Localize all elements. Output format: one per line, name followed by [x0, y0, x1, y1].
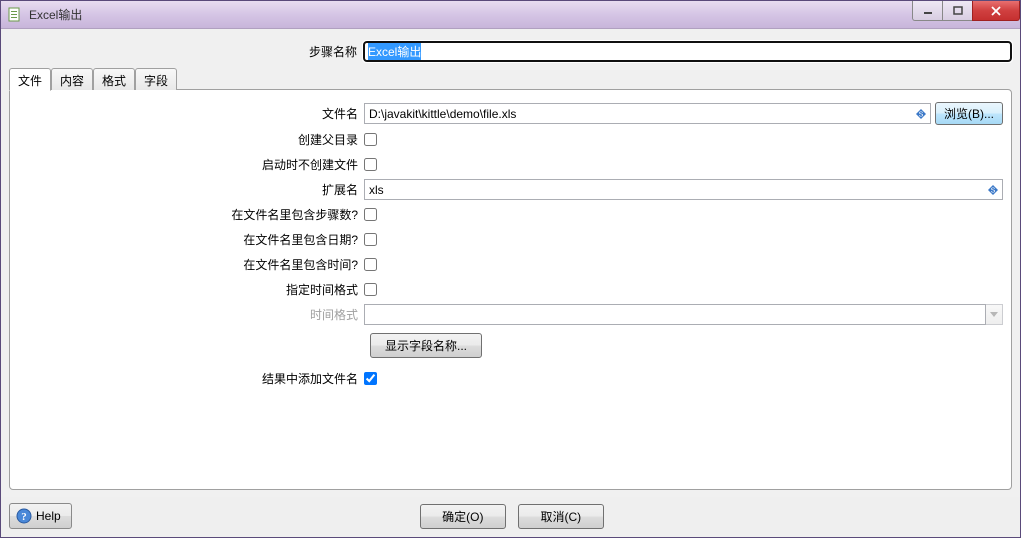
time-format-input	[364, 304, 986, 325]
cancel-button[interactable]: 取消(C)	[518, 504, 604, 529]
window-title: Excel输出	[29, 6, 82, 23]
filename-label: 文件名	[18, 105, 364, 122]
add-filename-to-result-label: 结果中添加文件名	[18, 370, 364, 387]
content-area: 步骤名称 文件 内容 格式 字段 文件名 S	[1, 29, 1020, 497]
date-in-filename-label: 在文件名里包含日期?	[18, 231, 364, 248]
time-format-label: 时间格式	[18, 306, 364, 323]
help-button[interactable]: ? Help	[9, 503, 72, 529]
minimize-button[interactable]	[912, 1, 943, 21]
titlebar[interactable]: Excel输出	[1, 1, 1020, 29]
step-name-input[interactable]	[363, 41, 1012, 62]
help-button-label: Help	[36, 509, 61, 523]
create-parent-dir-checkbox[interactable]	[364, 133, 377, 146]
specify-time-format-checkbox[interactable]	[364, 283, 377, 296]
step-name-row: 步骤名称	[9, 37, 1012, 68]
dont-create-on-start-label: 启动时不创建文件	[18, 156, 364, 173]
time-format-combo	[364, 304, 1003, 325]
time-format-row: 时间格式	[18, 304, 1003, 325]
ok-button[interactable]: 确定(O)	[420, 504, 506, 529]
add-filename-to-result-checkbox[interactable]	[364, 372, 377, 385]
time-in-filename-checkbox[interactable]	[364, 258, 377, 271]
specify-time-format-row: 指定时间格式	[18, 279, 1003, 300]
extension-field-wrap: S	[364, 179, 1003, 200]
extension-row: 扩展名 S	[18, 179, 1003, 200]
create-parent-dir-row: 创建父目录	[18, 129, 1003, 150]
dont-create-on-start-row: 启动时不创建文件	[18, 154, 1003, 175]
time-format-dropdown-button	[986, 304, 1003, 325]
time-in-filename-row: 在文件名里包含时间?	[18, 254, 1003, 275]
tab-fields[interactable]: 字段	[135, 68, 177, 90]
help-icon: ?	[16, 508, 32, 524]
window-controls	[913, 1, 1020, 21]
stepnum-in-filename-row: 在文件名里包含步骤数?	[18, 204, 1003, 225]
bottom-bar: ? Help 确定(O) 取消(C)	[1, 497, 1020, 537]
show-field-names-button[interactable]: 显示字段名称...	[370, 333, 482, 358]
maximize-button[interactable]	[942, 1, 973, 21]
tab-content[interactable]: 内容	[51, 68, 93, 90]
svg-text:?: ?	[21, 511, 27, 523]
tab-strip: 文件 内容 格式 字段	[9, 68, 1012, 90]
create-parent-dir-label: 创建父目录	[18, 131, 364, 148]
filename-input[interactable]	[364, 103, 931, 124]
tab-container: 文件 内容 格式 字段 文件名 S 浏览(B)...	[9, 68, 1012, 491]
tab-file[interactable]: 文件	[9, 68, 51, 91]
app-icon	[7, 7, 23, 23]
filename-row: 文件名 S 浏览(B)...	[18, 102, 1003, 125]
specify-time-format-label: 指定时间格式	[18, 281, 364, 298]
stepnum-in-filename-label: 在文件名里包含步骤数?	[18, 206, 364, 223]
add-filename-to-result-row: 结果中添加文件名	[18, 368, 1003, 389]
dont-create-on-start-checkbox[interactable]	[364, 158, 377, 171]
date-in-filename-row: 在文件名里包含日期?	[18, 229, 1003, 250]
date-in-filename-checkbox[interactable]	[364, 233, 377, 246]
extension-input[interactable]	[364, 179, 1003, 200]
browse-button[interactable]: 浏览(B)...	[935, 102, 1003, 125]
bottom-center-buttons: 确定(O) 取消(C)	[72, 504, 952, 529]
dialog-window: Excel输出 步骤名称 文件 内容 格式 字段	[0, 0, 1021, 538]
time-in-filename-label: 在文件名里包含时间?	[18, 256, 364, 273]
extension-label: 扩展名	[18, 181, 364, 198]
tab-panel-file: 文件名 S 浏览(B)... 创建父目录 启动时不创建文件	[9, 89, 1012, 490]
filename-field-wrap: S	[364, 103, 931, 124]
step-name-label: 步骤名称	[9, 43, 363, 60]
tab-format[interactable]: 格式	[93, 68, 135, 90]
show-fields-row: 显示字段名称...	[18, 333, 1003, 358]
close-button[interactable]	[972, 1, 1020, 21]
stepnum-in-filename-checkbox[interactable]	[364, 208, 377, 221]
